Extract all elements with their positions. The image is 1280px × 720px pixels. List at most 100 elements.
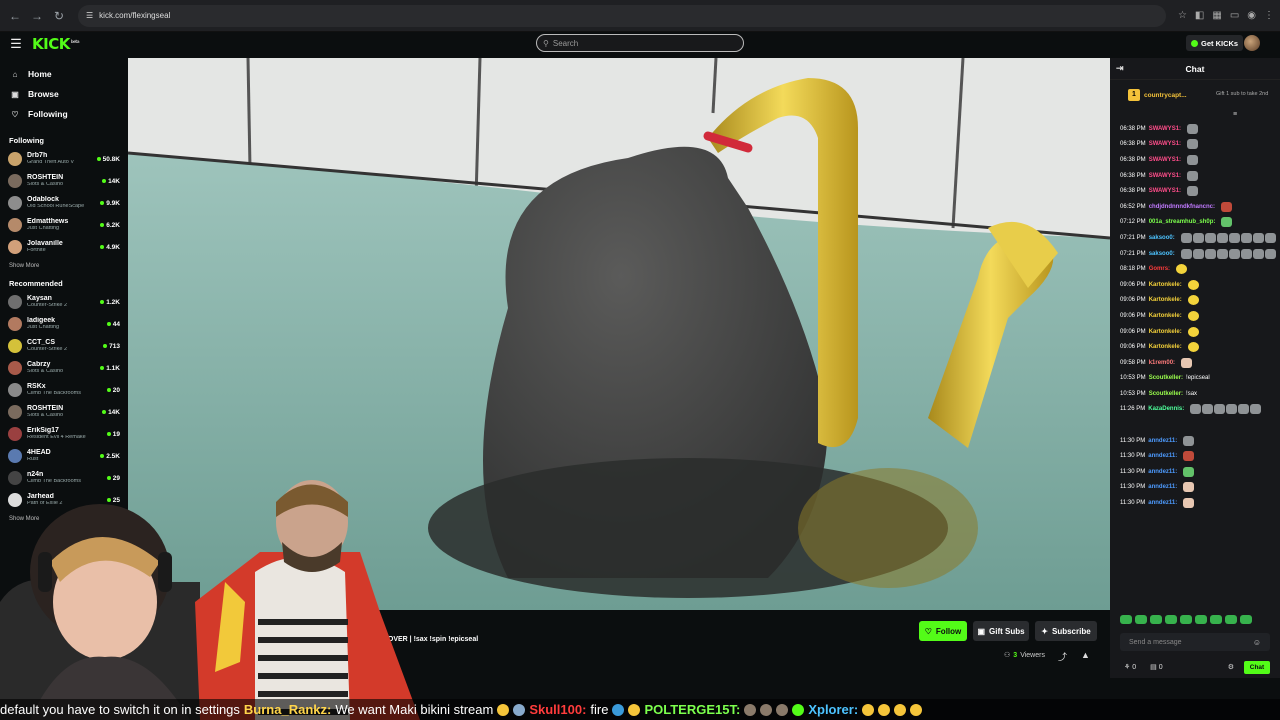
nav-browse[interactable]: ▣ Browse <box>0 84 128 104</box>
subscribe-button[interactable]: ✦ Subscribe <box>1035 621 1097 641</box>
message-username[interactable]: k1rem00: <box>1149 360 1175 366</box>
viewer-count: 9.9K <box>106 199 120 207</box>
sidebar-channel[interactable]: Odablock Old School RuneScape 9.9K <box>0 192 128 214</box>
message-username[interactable]: saksoo0: <box>1149 251 1175 257</box>
send-chat-button[interactable]: Chat <box>1244 660 1270 674</box>
sidebar-channel[interactable]: ROSHTEIN Slots & Casino 14K <box>0 401 128 423</box>
message-username[interactable]: anndez11: <box>1148 500 1177 506</box>
sidebar-channel[interactable]: Edmatthews Just Chatting 6.2K <box>0 214 128 236</box>
chat-ticker-overlay: default you have to switch it on in sett… <box>0 699 1280 720</box>
nav-following[interactable]: ♡ Following <box>0 104 128 124</box>
url-bar[interactable]: ☰ kick.com/flexingseal <box>78 4 1166 27</box>
sidebar-channel[interactable]: Cabrzy Slots & Casino 1.1K <box>0 357 128 379</box>
message-emotes <box>1183 451 1195 462</box>
sidebar-channel[interactable]: ErikSig17 Resident Evil 4 Remake 19 <box>0 423 128 445</box>
message-username[interactable]: Kartonkele: <box>1149 344 1182 350</box>
back-icon[interactable]: ← <box>6 7 24 25</box>
message-username[interactable]: anndez11: <box>1148 453 1177 459</box>
message-emotes <box>1183 498 1195 509</box>
channel-avatar <box>8 218 22 232</box>
channel-name: RSKx <box>27 383 46 391</box>
chat-message: 09:58 PM k1rem00: <box>1120 355 1280 371</box>
ticker-username: Burna_Rankz: <box>243 702 332 717</box>
emoji-picker-icon[interactable]: ☺ <box>1253 638 1261 647</box>
menu-dots-icon[interactable]: ⋮ <box>1264 10 1274 21</box>
message-username[interactable]: Kartonkele: <box>1149 313 1182 319</box>
emote-icon[interactable] <box>1225 615 1237 624</box>
emote-icon[interactable] <box>1150 615 1162 624</box>
live-dot-icon <box>102 410 107 414</box>
menu-icon[interactable]: ☰ <box>0 36 32 52</box>
browser-actions: ☆ ◧ ▦ ▭ ◉ ⋮ <box>1178 10 1274 21</box>
filter-icon[interactable]: ≡ <box>1110 110 1280 120</box>
channel-avatar <box>8 427 22 441</box>
user-avatar[interactable] <box>1244 35 1260 51</box>
emote-icon <box>1187 139 1199 150</box>
live-dot-icon <box>96 157 101 161</box>
emote-icon[interactable] <box>1135 615 1147 624</box>
sidebar-channel[interactable]: ladigeek Just Chatting 44 <box>0 313 128 335</box>
nav-home[interactable]: ⌂ Home <box>0 64 128 84</box>
message-username[interactable]: anndez11: <box>1148 469 1177 475</box>
channel-viewers: 4.9K <box>100 244 120 251</box>
emote-icon[interactable] <box>1120 615 1132 624</box>
chat-message: 09:06 PM Kartonkele: <box>1120 308 1280 324</box>
emote-icon[interactable] <box>1165 615 1177 624</box>
channel-text: CCT_CS Counter-Strike 2 <box>27 339 103 352</box>
window-icon[interactable]: ▭ <box>1230 10 1239 21</box>
webcam-image <box>0 480 420 720</box>
message-username[interactable]: SWAWYS1: <box>1149 157 1181 163</box>
sidebar-channel[interactable]: Kaysan Counter-Strike 2 1.2K <box>0 291 128 313</box>
message-username[interactable]: anndez11: <box>1148 438 1177 444</box>
message-username[interactable]: SWAWYS1: <box>1149 141 1181 147</box>
emote-icon[interactable] <box>1180 615 1192 624</box>
site-info-icon[interactable]: ☰ <box>86 11 93 20</box>
emote-icon[interactable] <box>1210 615 1222 624</box>
message-emotes <box>1180 232 1277 243</box>
message-username[interactable]: anndez11: <box>1148 484 1177 490</box>
emote-icon[interactable] <box>1195 615 1207 624</box>
get-kicks-button[interactable]: Get KICKs <box>1186 35 1244 51</box>
message-username[interactable]: Scoutkeller: <box>1149 391 1183 397</box>
forward-icon[interactable]: → <box>28 7 46 25</box>
search-input[interactable]: ⚲ Search <box>536 34 744 52</box>
message-username[interactable]: SWAWYS1: <box>1149 188 1181 194</box>
bookmark-star-icon[interactable]: ☆ <box>1178 10 1187 21</box>
message-username[interactable]: Kartonkele: <box>1149 297 1182 303</box>
emote-icon[interactable] <box>1240 615 1252 624</box>
share-icon[interactable]: ⤴ <box>1058 650 1067 663</box>
message-username[interactable]: Kartonkele: <box>1149 282 1182 288</box>
sidebar-channel[interactable]: RSKx Climb The Backrooms 20 <box>0 379 128 401</box>
tab-search-icon[interactable]: ▦ <box>1212 10 1221 21</box>
message-username[interactable]: SWAWYS1: <box>1149 126 1181 132</box>
sidebar-channel[interactable]: ROSHTEIN Slots & Casino 14K <box>0 170 128 192</box>
kick-logo[interactable]: KICKbeta <box>32 35 80 53</box>
report-flag-icon[interactable]: ▲ <box>1081 650 1090 660</box>
message-username[interactable]: Gomrs: <box>1149 266 1170 272</box>
message-timestamp: 11:26 PM <box>1120 406 1146 413</box>
message-username[interactable]: SWAWYS1: <box>1149 173 1181 179</box>
message-username[interactable]: Kartonkele: <box>1149 329 1182 335</box>
message-username[interactable]: Scoutkeller: <box>1149 375 1183 381</box>
sidebar-channel[interactable]: Drb7h Grand Theft Auto V 50.8K <box>0 148 128 170</box>
pinned-gifter[interactable]: 1 countrycapt... Gift 1 sub to take 2nd <box>1110 80 1280 110</box>
emote-icon <box>1226 404 1238 415</box>
chat-message-input[interactable]: Send a message ☺ <box>1120 633 1270 651</box>
reload-icon[interactable]: ↻ <box>50 7 68 25</box>
show-more-following[interactable]: Show More <box>0 258 128 274</box>
gift-subs-button[interactable]: ▣ Gift Subs <box>973 621 1029 641</box>
message-username[interactable]: 001a_streamhub_sh0p: <box>1149 219 1216 225</box>
sidebar-channel[interactable]: Jolavanille Fortnite 4.9K <box>0 236 128 258</box>
follow-button[interactable]: ♡ Follow <box>919 621 967 641</box>
collapse-chat-icon[interactable]: ⇥ <box>1116 63 1124 74</box>
sidebar-channel[interactable]: 4HEAD Rust 2.5K <box>0 445 128 467</box>
extensions-icon[interactable]: ◧ <box>1195 10 1204 21</box>
chat-settings-icon[interactable]: ⚙ <box>1228 663 1234 671</box>
message-username[interactable]: saksoo0: <box>1149 235 1175 241</box>
emote-icon <box>760 703 773 716</box>
profile-icon[interactable]: ◉ <box>1247 10 1256 21</box>
emote-icon <box>1180 248 1192 259</box>
message-username[interactable]: chdjdndnnndkfnancnc: <box>1149 204 1215 210</box>
sidebar-channel[interactable]: CCT_CS Counter-Strike 2 713 <box>0 335 128 357</box>
message-username[interactable]: KazaDennis: <box>1148 406 1184 412</box>
